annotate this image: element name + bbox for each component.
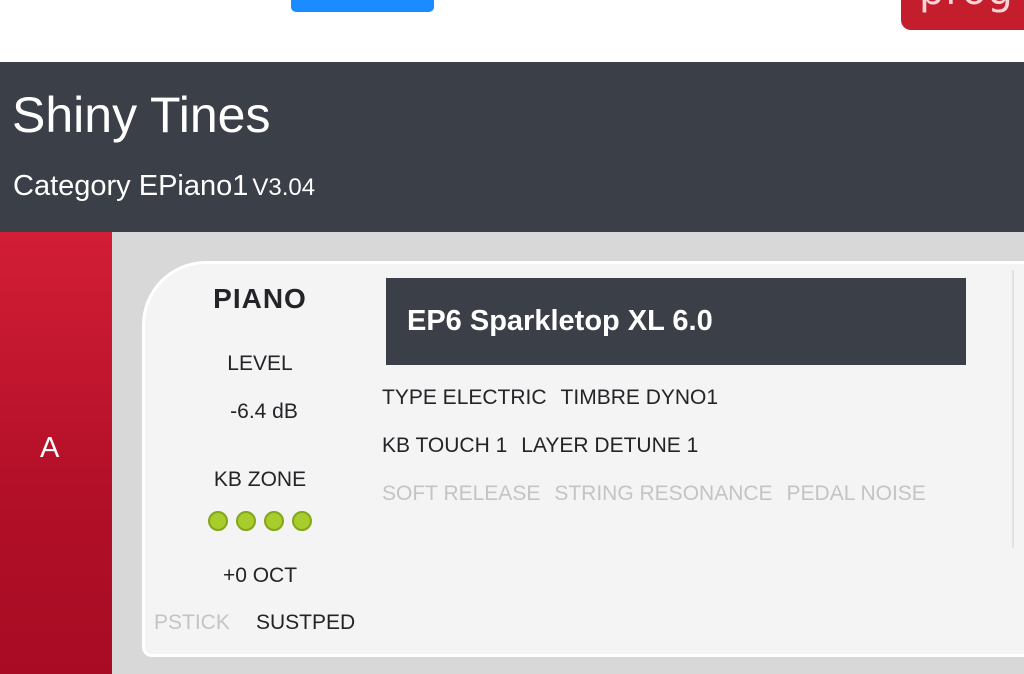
param-string-resonance[interactable]: STRING RESONANCE <box>554 482 772 506</box>
slot-letter: A <box>40 432 60 464</box>
param-row-toggles: SOFT RELEASE STRING RESONANCE PEDAL NOISE <box>382 482 940 510</box>
param-row-type: TYPE ELECTRIC TIMBRE DYNO1 <box>382 386 732 414</box>
param-type[interactable]: TYPE ELECTRIC <box>382 386 547 410</box>
category-label: Category EPiano1 <box>13 170 249 202</box>
param-soft-release[interactable]: SOFT RELEASE <box>382 482 540 506</box>
param-row-touch: KB TOUCH 1 LAYER DETUNE 1 <box>382 434 712 462</box>
octave-value[interactable]: +0 OCT <box>142 564 378 588</box>
kb-zone-label: KB ZONE <box>213 468 307 491</box>
param-layer-detune[interactable]: LAYER DETUNE 1 <box>521 434 698 458</box>
pstick-toggle[interactable]: PSTICK <box>154 611 230 635</box>
model-selector[interactable]: EP6 Sparkletop XL 6.0 <box>386 278 966 365</box>
param-kb-touch[interactable]: KB TOUCH 1 <box>382 434 507 458</box>
brand-logo-text: prog <box>919 0 1014 14</box>
model-name: EP6 Sparkletop XL 6.0 <box>407 305 713 337</box>
slot-a-tab[interactable]: A <box>0 232 112 674</box>
sustped-toggle[interactable]: SUSTPED <box>256 611 355 635</box>
top-blue-button[interactable] <box>291 0 434 12</box>
kb-zone-led-4 <box>292 511 312 531</box>
level-value[interactable]: -6.4 dB <box>146 400 382 424</box>
kb-zone-led-2 <box>236 511 256 531</box>
top-bar: prog <box>0 0 1024 62</box>
section-name[interactable]: PIANO <box>142 283 378 315</box>
piano-left-column: PIANO LEVEL -6.4 dB KB ZONE +0 OCT PSTIC… <box>142 261 378 657</box>
kb-zone-indicators[interactable] <box>208 511 318 533</box>
kb-zone-led-1 <box>208 511 228 531</box>
version-label: V3.04 <box>252 174 316 201</box>
param-pedal-noise[interactable]: PEDAL NOISE <box>787 482 926 506</box>
program-category: Category EPiano1 V3.04 <box>13 170 315 203</box>
panel-divider <box>1012 270 1014 548</box>
program-title[interactable]: Shiny Tines <box>12 86 270 144</box>
kb-zone-led-3 <box>264 511 284 531</box>
param-timbre[interactable]: TIMBRE DYNO1 <box>561 386 719 410</box>
program-header: Shiny Tines Category EPiano1 V3.04 <box>0 62 1024 232</box>
level-label: LEVEL <box>227 352 293 375</box>
brand-logo: prog <box>901 0 1024 30</box>
